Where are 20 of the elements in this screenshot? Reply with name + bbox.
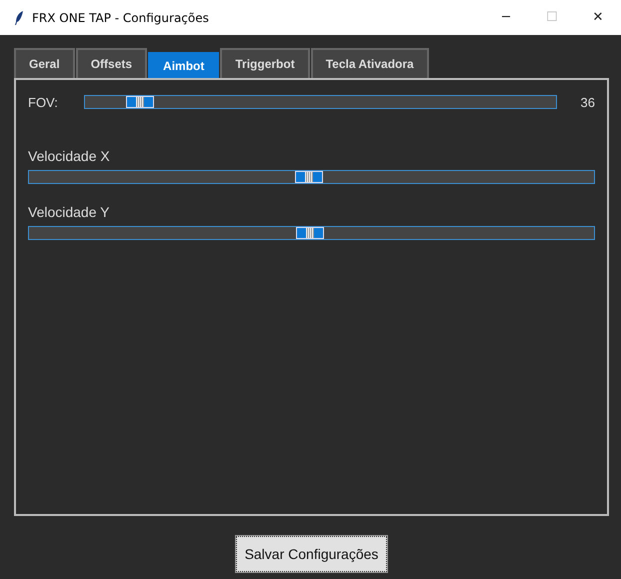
- slider[interactable]: [28, 226, 595, 240]
- slider-label: Velocidade Y: [28, 204, 110, 220]
- fov-value: 36: [580, 94, 595, 110]
- close-button[interactable]: ✕: [575, 10, 621, 25]
- tab[interactable]: Geral: [14, 48, 75, 78]
- fov-label: FOV:: [28, 94, 59, 110]
- save-button[interactable]: Salvar Configurações: [236, 536, 388, 572]
- tab[interactable]: Aimbot: [148, 52, 220, 78]
- slider-thumb[interactable]: [294, 171, 323, 183]
- tab[interactable]: Tecla Ativadora: [310, 48, 429, 78]
- slider[interactable]: [28, 170, 595, 184]
- slider-thumb[interactable]: [126, 96, 154, 108]
- feather-icon: [14, 10, 24, 26]
- slider-label: Velocidade X: [28, 148, 111, 164]
- tab[interactable]: Offsets: [76, 48, 148, 78]
- window-title: FRX ONE TAP - Configurações: [32, 10, 210, 24]
- slider-thumb[interactable]: [296, 227, 324, 239]
- minimize-button[interactable]: ─: [483, 10, 529, 25]
- fov-slider[interactable]: [84, 95, 557, 109]
- tab[interactable]: Triggerbot: [220, 48, 310, 78]
